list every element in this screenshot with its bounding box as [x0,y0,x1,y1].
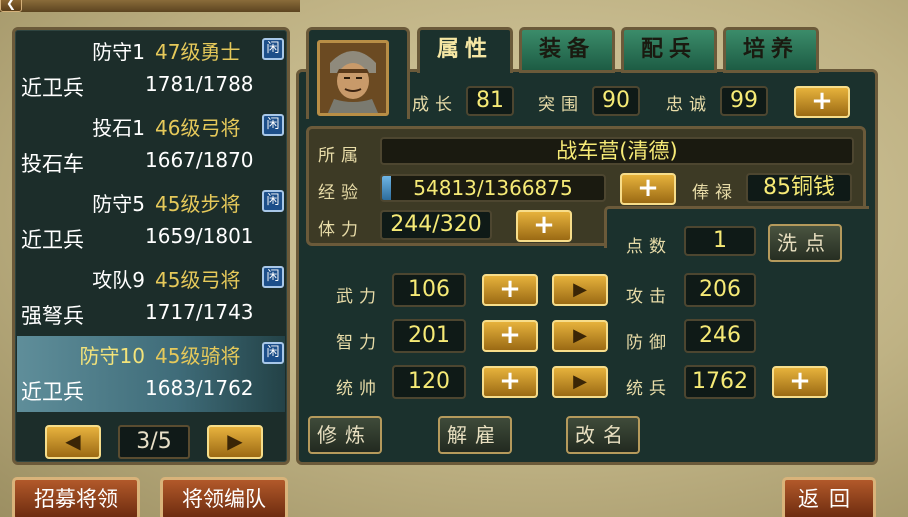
points-label: 点数 [626,237,672,257]
troop-count: 1781/1788 [145,72,254,96]
growth-label: 成长 [412,95,458,115]
loyalty-plus-button[interactable]: + [794,86,850,118]
intellect-arrow-button[interactable]: ▶ [552,320,608,352]
idle-badge: 闲 [262,38,284,60]
train-button[interactable]: 修炼 [308,416,382,454]
tab-troops[interactable]: 配兵 [621,27,717,73]
attr-value-force: 106 [392,273,466,307]
general-portrait-image [320,43,386,113]
general-level: 45级弓将 [155,268,241,292]
next-page-button[interactable]: ▶ [207,425,263,459]
general-name: 攻队9 [92,268,145,292]
tab-cultivate[interactable]: 培养 [723,27,819,73]
salary-value: 85铜钱 [746,173,852,203]
exp-value: 54813/1366875 [413,176,573,200]
general-name: 防守10 [79,344,145,368]
recruit-general-button[interactable]: 招募将领 [12,477,140,517]
faction-label: 所属 [318,146,364,166]
troop-type: 近卫兵 [21,228,84,252]
idle-badge: 闲 [262,266,284,288]
combat-value-troops: 1762 [684,365,756,399]
idle-badge: 闲 [262,190,284,212]
salary-label: 俸禄 [692,183,738,203]
troop-type: 近卫兵 [21,380,84,404]
page-indicator: 3/5 [118,425,190,459]
exp-bar: 54813/1366875 [380,174,606,202]
general-list: 防守1 47级勇士 闲 近卫兵 1781/1788 投石1 46级弓将 闲 投石… [17,32,285,412]
command-arrow-button[interactable]: ▶ [552,366,608,398]
attr-label-command: 统帅 [336,379,382,399]
general-level: 47级勇士 [155,40,241,64]
loyalty-value: 99 [720,86,768,116]
troop-count: 1659/1801 [145,224,254,248]
attr-value-intellect: 201 [392,319,466,353]
exp-plus-button[interactable]: + [620,173,676,205]
general-level: 46级弓将 [155,116,241,140]
breakout-label: 突围 [538,95,584,115]
general-portrait [317,40,389,116]
dismiss-button[interactable]: 解雇 [438,416,512,454]
loyalty-label: 忠诚 [666,95,712,115]
general-list-item-selected[interactable]: 防守10 45级骑将 闲 近卫兵 1683/1762 [17,336,285,412]
tab-attributes[interactable]: 属性 [417,27,513,73]
header-bar [0,0,300,12]
stamina-label: 体力 [318,220,364,240]
stamina-value: 244/320 [380,210,492,240]
general-list-panel: 防守1 47级勇士 闲 近卫兵 1781/1788 投石1 46级弓将 闲 投石… [12,27,290,465]
general-level: 45级步将 [155,192,241,216]
general-name: 投石1 [92,116,145,140]
combat-label-defense: 防御 [626,333,672,353]
tab-equipment[interactable]: 装备 [519,27,615,73]
combat-label-troops: 统兵 [626,379,672,399]
growth-value: 81 [466,86,514,116]
reset-points-button[interactable]: 洗点 [768,224,842,262]
attr-label-force: 武力 [336,287,382,307]
combat-label-attack: 攻击 [626,287,672,307]
general-name: 防守1 [92,40,145,64]
general-formation-button[interactable]: 将领编队 [160,477,288,517]
force-arrow-button[interactable]: ▶ [552,274,608,306]
troop-count: 1717/1743 [145,300,254,324]
return-button[interactable]: 返回 [782,477,876,517]
general-name: 防守5 [92,192,145,216]
attr-label-intellect: 智力 [336,333,382,353]
general-list-item[interactable]: 防守1 47级勇士 闲 近卫兵 1781/1788 [17,32,285,108]
combat-value-defense: 246 [684,319,756,353]
rename-button[interactable]: 改名 [566,416,640,454]
stamina-plus-button[interactable]: + [516,210,572,242]
troops-plus-button[interactable]: + [772,366,828,398]
exp-label: 经验 [318,183,364,203]
troop-type: 强弩兵 [21,304,84,328]
general-list-item[interactable]: 投石1 46级弓将 闲 投石车 1667/1870 [17,108,285,184]
portrait-tab [306,27,410,119]
faction-value: 战车营(清德) [380,137,854,165]
combat-value-attack: 206 [684,273,756,307]
idle-badge: 闲 [262,342,284,364]
attr-value-command: 120 [392,365,466,399]
general-list-item[interactable]: 攻队9 45级弓将 闲 强弩兵 1717/1743 [17,260,285,336]
troop-count: 1667/1870 [145,148,254,172]
points-value: 1 [684,226,756,256]
troop-type: 投石车 [21,152,84,176]
troop-type: 近卫兵 [21,76,84,100]
back-arrow-icon[interactable]: ❮ [0,0,22,12]
general-level: 45级骑将 [155,344,241,368]
troop-count: 1683/1762 [145,376,254,400]
breakout-value: 90 [592,86,640,116]
command-plus-button[interactable]: + [482,366,538,398]
prev-page-button[interactable]: ◀ [45,425,101,459]
force-plus-button[interactable]: + [482,274,538,306]
intellect-plus-button[interactable]: + [482,320,538,352]
idle-badge: 闲 [262,114,284,136]
general-list-item[interactable]: 防守5 45级步将 闲 近卫兵 1659/1801 [17,184,285,260]
